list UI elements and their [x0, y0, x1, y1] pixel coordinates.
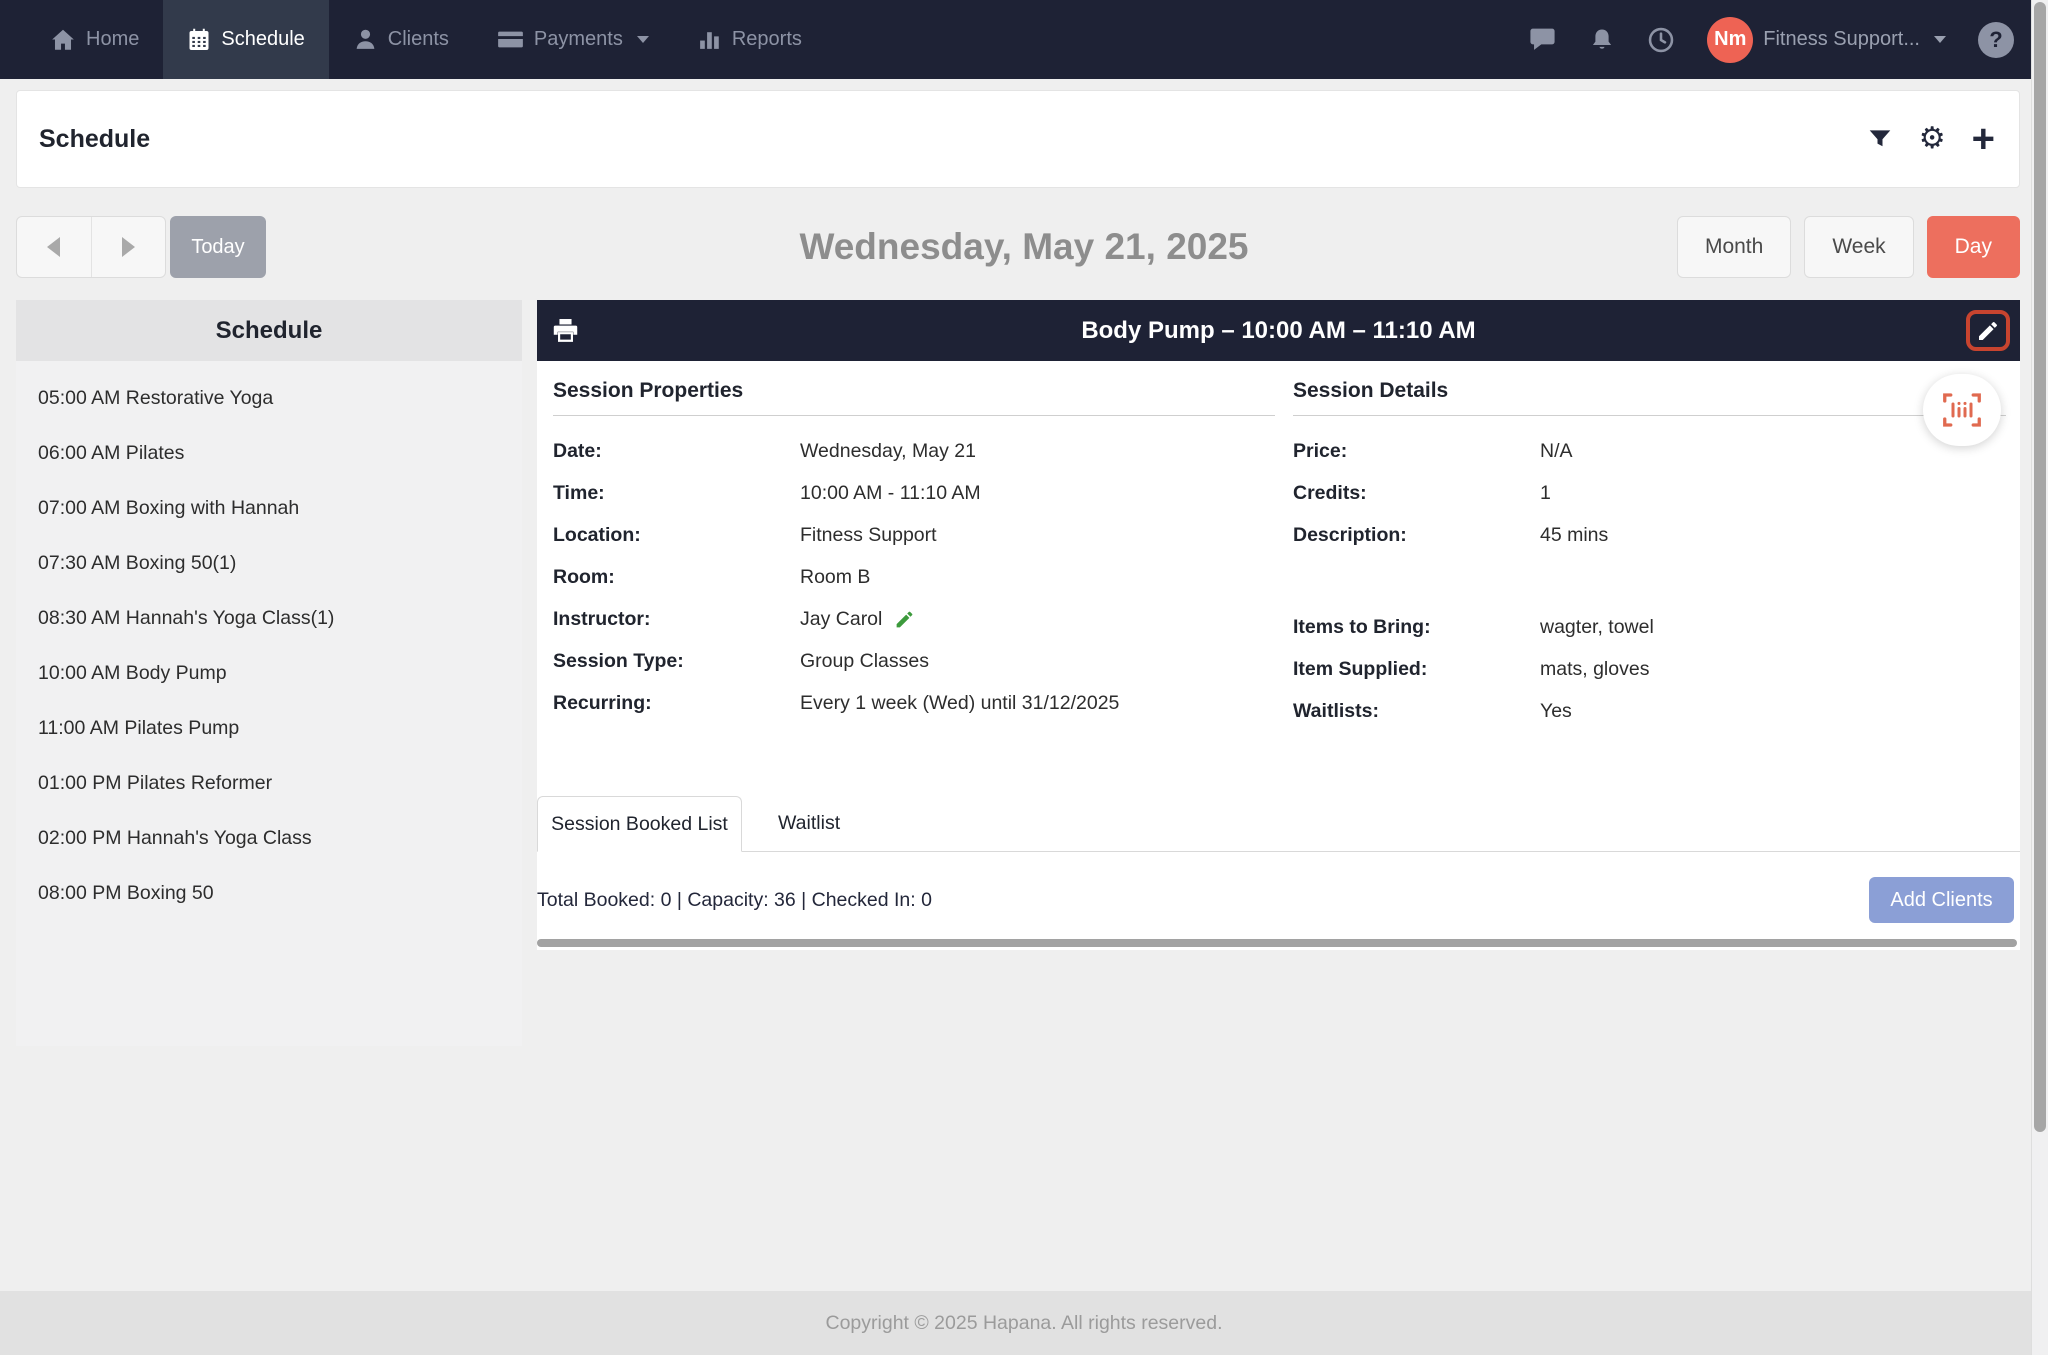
plus-icon[interactable]: +	[1972, 124, 1995, 154]
session-list-item[interactable]: 06:00 AM Pilates	[16, 426, 522, 481]
copyright-text: Copyright © 2025 Hapana. All rights rese…	[826, 1312, 1223, 1335]
top-nav: Home Schedule Payments Clients Payments	[0, 0, 2048, 79]
avatar: Nm	[1707, 17, 1753, 63]
nav-item-clients[interactable]: Payments Clients	[329, 0, 473, 79]
nav-item-schedule[interactable]: Schedule	[163, 0, 328, 79]
nav-item-label: Payments	[534, 28, 623, 51]
session-list: 05:00 AM Restorative Yoga 06:00 AM Pilat…	[16, 361, 522, 1046]
nav-item-home[interactable]: Home	[26, 0, 163, 79]
session-panel-header: Body Pump – 10:00 AM – 11:10 AM	[537, 300, 2020, 361]
edit-session-button[interactable]	[1966, 310, 2010, 351]
booked-summary-row: Total Booked: 0 | Capacity: 36 | Checked…	[537, 869, 2017, 931]
app-root: Home Schedule Payments Clients Payments	[0, 0, 2048, 1355]
section-heading: Session Properties	[553, 379, 1275, 416]
vertical-scrollbar-thumb[interactable]	[2034, 2, 2046, 1132]
edit-instructor-icon[interactable]	[894, 609, 915, 630]
bar-chart-icon	[697, 27, 722, 52]
session-panel-body: Session Properties Date: Wednesday, May …	[537, 361, 2020, 950]
account-name: Fitness Support...	[1763, 28, 1920, 51]
nav-item-label: Reports	[732, 28, 802, 51]
detail-row: Credits: 1	[1293, 472, 2006, 514]
view-switcher: Month Week Day	[1677, 216, 2020, 278]
session-list-item[interactable]: 07:00 AM Boxing with Hannah	[16, 481, 522, 536]
booking-tabs: Session Booked List Waitlist	[537, 796, 2020, 852]
booked-summary: Total Booked: 0 | Capacity: 36 | Checked…	[537, 889, 932, 912]
property-row-instructor: Instructor: Jay Carol	[553, 598, 1275, 640]
sidebar-title: Schedule	[16, 300, 522, 361]
session-list-item[interactable]: 10:00 AM Body Pump	[16, 646, 522, 701]
nav-item-label: Home	[86, 28, 139, 51]
session-list-item[interactable]: 08:30 AM Hannah's Yoga Class(1)	[16, 591, 522, 646]
property-row: Location: Fitness Support	[553, 514, 1275, 556]
calendar-icon	[187, 27, 211, 52]
section-heading: Session Details	[1293, 379, 2006, 416]
tab-waitlist[interactable]: Waitlist	[742, 795, 876, 851]
nav-menu: Home Schedule Payments Clients Payments	[26, 0, 826, 79]
horizontal-scrollbar[interactable]	[537, 939, 2017, 947]
property-row: Recurring: Every 1 week (Wed) until 31/1…	[553, 682, 1275, 724]
chevron-down-icon	[637, 36, 649, 43]
nav-utilities: Nm Fitness Support... ?	[1528, 0, 2014, 79]
date-toolbar: Today Wednesday, May 21, 2025 Month Week…	[0, 212, 2048, 282]
property-row: Time: 10:00 AM - 11:10 AM	[553, 472, 1275, 514]
detail-row: Items to Bring: wagter, towel	[1293, 606, 2006, 648]
chat-icon[interactable]	[1528, 25, 1557, 54]
instructor-name: Jay Carol	[800, 608, 882, 631]
detail-row: Price: N/A	[1293, 430, 2006, 472]
session-list-item[interactable]: 01:00 PM Pilates Reformer	[16, 756, 522, 811]
detail-row: Item Supplied: mats, gloves	[1293, 648, 2006, 690]
bell-icon[interactable]	[1589, 27, 1615, 53]
add-clients-button[interactable]: Add Clients	[1869, 877, 2014, 923]
session-list-item[interactable]: 05:00 AM Restorative Yoga	[16, 371, 522, 426]
vertical-scrollbar-track[interactable]	[2031, 0, 2048, 1355]
filter-icon[interactable]	[1867, 126, 1893, 152]
detail-row: Description: 45 mins	[1293, 514, 2006, 556]
nav-item-label: Clients	[388, 28, 449, 51]
page-title: Schedule	[39, 125, 150, 154]
nav-item-reports[interactable]: Reports	[673, 0, 826, 79]
view-month-button[interactable]: Month	[1677, 216, 1791, 278]
session-list-item[interactable]: 08:00 PM Boxing 50	[16, 866, 522, 921]
property-row: Session Type: Group Classes	[553, 640, 1275, 682]
help-icon[interactable]: ?	[1978, 22, 2014, 58]
session-title: Body Pump – 10:00 AM – 11:10 AM	[537, 317, 2020, 345]
view-week-button[interactable]: Week	[1804, 216, 1913, 278]
clock-icon[interactable]	[1647, 26, 1675, 54]
account-menu[interactable]: Nm Fitness Support...	[1707, 17, 1946, 63]
page-header-card: Schedule ⚙︎ +	[16, 90, 2020, 188]
pencil-icon	[1976, 319, 2000, 343]
detail-row: Waitlists: Yes	[1293, 690, 2006, 732]
session-list-item[interactable]: 02:00 PM Hannah's Yoga Class	[16, 811, 522, 866]
chevron-down-icon	[1934, 36, 1946, 43]
barcode-icon	[1941, 392, 1983, 428]
footer: Copyright © 2025 Hapana. All rights rese…	[0, 1291, 2048, 1355]
person-icon	[353, 27, 378, 52]
property-row: Date: Wednesday, May 21	[553, 430, 1275, 472]
session-list-item[interactable]: 11:00 AM Pilates Pump	[16, 701, 522, 756]
credit-card-icon	[497, 26, 524, 53]
nav-item-payments[interactable]: Payments	[473, 0, 673, 79]
property-row: Room: Room B	[553, 556, 1275, 598]
home-icon	[50, 27, 76, 53]
schedule-sidebar: Schedule 05:00 AM Restorative Yoga 06:00…	[16, 300, 522, 1046]
session-properties-section: Session Properties Date: Wednesday, May …	[553, 379, 1275, 724]
gear-icon[interactable]: ⚙︎	[1919, 124, 1946, 154]
session-list-item[interactable]: 07:30 AM Boxing 50(1)	[16, 536, 522, 591]
barcode-scan-badge[interactable]	[1923, 374, 2001, 446]
view-day-button[interactable]: Day	[1927, 216, 2020, 278]
session-details-section: Session Details Price: N/A Credits: 1 De…	[1293, 379, 2006, 732]
nav-item-label: Schedule	[221, 28, 304, 51]
page-header-actions: ⚙︎ +	[1867, 124, 1995, 154]
tab-session-booked-list[interactable]: Session Booked List	[537, 796, 742, 852]
